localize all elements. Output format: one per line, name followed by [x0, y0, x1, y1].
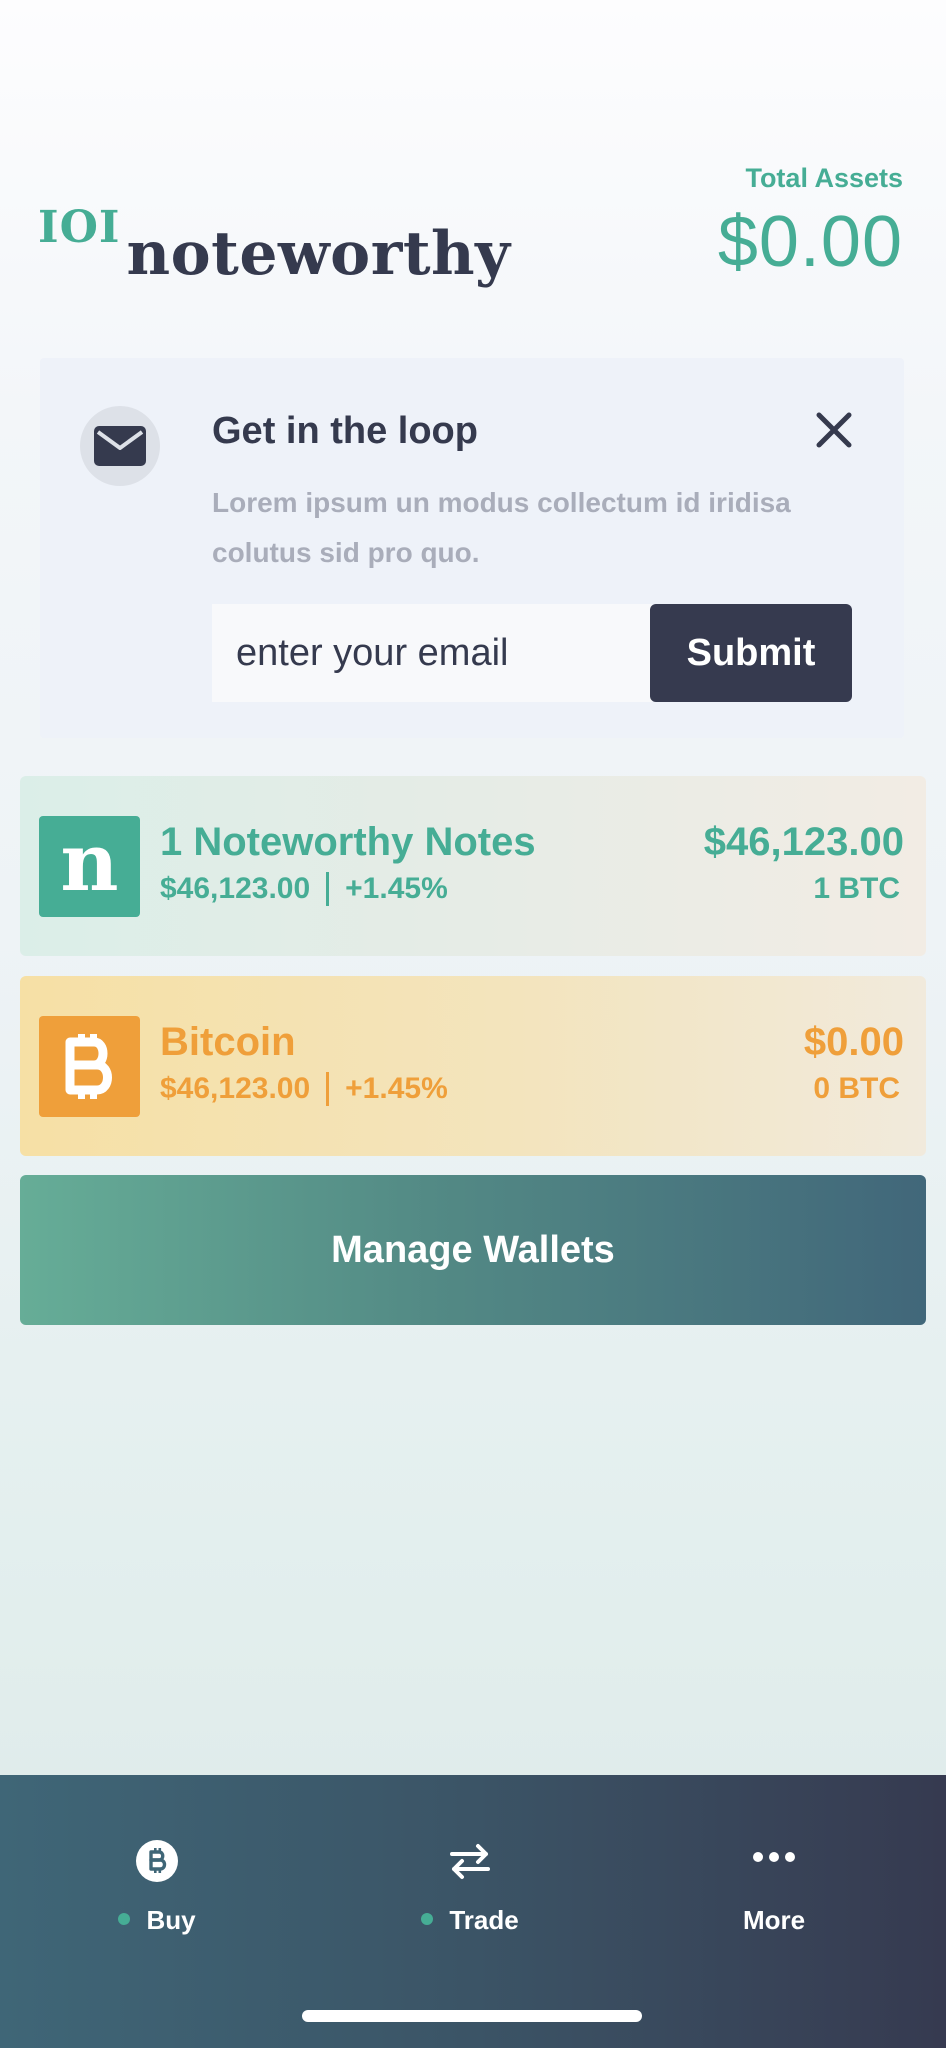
logo-wordmark: noteworthy: [126, 219, 511, 289]
submit-button[interactable]: Submit: [650, 604, 852, 702]
bitcoin-icon: [39, 1016, 140, 1117]
manage-wallets-button[interactable]: Manage Wallets: [20, 1175, 926, 1325]
tab-more[interactable]: More: [674, 1825, 874, 1945]
status-dot: [118, 1913, 131, 1926]
total-assets-label: Total Assets: [745, 163, 903, 193]
asset-value: $46,123.00: [703, 820, 904, 864]
asset-change: +1.45%: [345, 872, 448, 905]
status-dot: [421, 1913, 434, 1926]
home-indicator[interactable]: [302, 2010, 642, 2022]
asset-change: +1.45%: [345, 1072, 448, 1105]
bottom-tab-bar: Buy Trade More: [0, 1775, 946, 2048]
asset-price: $46,123.00: [160, 872, 311, 905]
tab-label: Trade: [370, 1905, 570, 1936]
divider: [326, 1072, 330, 1106]
asset-price-change: $46,123.00 +1.45%: [160, 872, 448, 906]
asset-value: $0.00: [803, 1020, 904, 1064]
asset-quantity: 1 BTC: [813, 872, 900, 905]
asset-row-noteworthy[interactable]: n 1 Noteworthy Notes $46,123.00 +1.45% $…: [20, 776, 926, 956]
app-logo: IOI noteworthy: [38, 200, 511, 289]
bitcoin-circle-icon: [135, 1839, 179, 1883]
swap-arrows-icon: [448, 1839, 492, 1883]
tab-label: More: [742, 1905, 806, 1935]
noteworthy-n-icon: n: [39, 816, 140, 917]
asset-name: Bitcoin: [160, 1020, 296, 1064]
newsletter-description: Lorem ipsum un modus collectum id iridis…: [212, 487, 791, 568]
newsletter-title: Get in the loop: [212, 410, 478, 452]
logo-mark: IOI: [38, 202, 121, 253]
tab-trade[interactable]: Trade: [370, 1825, 570, 1945]
asset-price: $46,123.00: [160, 1072, 311, 1105]
close-icon[interactable]: [814, 410, 854, 450]
newsletter-card: Get in the loop Lorem ipsum un modus col…: [40, 358, 904, 738]
header: IOI noteworthy Total Assets $0.00: [0, 0, 946, 320]
total-assets-value: $0.00: [717, 202, 903, 282]
tab-buy[interactable]: Buy: [57, 1825, 257, 1945]
asset-name: 1 Noteworthy Notes: [160, 820, 536, 864]
tab-label: Buy: [57, 1905, 257, 1936]
asset-row-bitcoin[interactable]: Bitcoin $46,123.00 +1.45% $0.00 0 BTC: [20, 976, 926, 1156]
asset-quantity: 0 BTC: [813, 1072, 900, 1105]
divider: [326, 872, 330, 906]
email-input[interactable]: [212, 604, 652, 702]
envelope-icon: [80, 406, 160, 486]
asset-price-change: $46,123.00 +1.45%: [160, 1072, 448, 1106]
more-dots-icon: [752, 1839, 796, 1883]
